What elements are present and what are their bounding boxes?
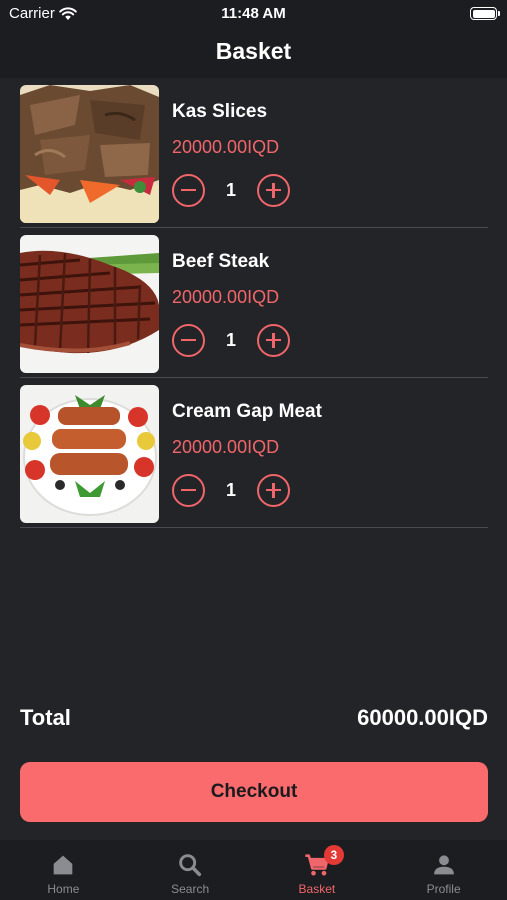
page-title: Basket [215, 38, 292, 64]
kebab-plate-photo [20, 385, 159, 523]
plus-icon[interactable] [257, 173, 290, 207]
plus-icon[interactable] [257, 473, 290, 507]
item-price: 20000.00IQD [172, 137, 280, 157]
checkout-button[interactable]: Checkout [20, 762, 488, 822]
basket-list: Kas Slices 20000.00IQD 1 Beef Steak 2000… [20, 78, 488, 528]
quantity-stepper: 1 [172, 173, 290, 207]
tab-label: Basket [298, 882, 336, 896]
quantity-value: 1 [225, 329, 236, 350]
basket-item[interactable]: Kas Slices 20000.00IQD 1 [20, 78, 488, 228]
person-icon [430, 851, 458, 879]
status-bar: Carrier 11:48 AM [0, 0, 507, 28]
tab-label: Profile [426, 882, 461, 896]
basket-item[interactable]: Cream Gap Meat 20000.00IQD 1 [20, 378, 488, 528]
total-row: Total 60000.00IQD [20, 705, 488, 731]
navigation-bar: Basket [0, 28, 507, 78]
quantity-stepper: 1 [172, 323, 290, 357]
search-icon [176, 851, 204, 879]
tab-search[interactable]: Search [127, 840, 254, 900]
total-label: Total [20, 705, 71, 730]
item-price: 20000.00IQD [172, 287, 280, 307]
item-name: Kas Slices [172, 101, 268, 122]
tab-label: Home [47, 882, 80, 896]
tab-bar: Home Search 3 Basket Profile [0, 840, 507, 900]
basket-item[interactable]: Beef Steak 20000.00IQD 1 [20, 228, 488, 378]
plus-icon[interactable] [257, 323, 290, 357]
tab-home[interactable]: Home [0, 840, 127, 900]
minus-icon[interactable] [172, 473, 205, 507]
steak-photo [20, 235, 159, 373]
minus-icon[interactable] [172, 173, 205, 207]
item-price: 20000.00IQD [172, 437, 280, 457]
clock: 11:48 AM [221, 5, 286, 22]
quantity-stepper: 1 [172, 473, 290, 507]
quantity-value: 1 [225, 179, 236, 200]
minus-icon[interactable] [172, 323, 205, 357]
home-icon [49, 851, 77, 879]
tab-profile[interactable]: Profile [380, 840, 507, 900]
tab-label: Search [171, 882, 210, 896]
item-name: Cream Gap Meat [172, 401, 322, 422]
total-amount: 60000.00IQD [357, 705, 488, 730]
shawarma-photo [20, 85, 159, 223]
quantity-value: 1 [225, 479, 236, 500]
item-name: Beef Steak [172, 251, 270, 272]
tab-basket[interactable]: 3 Basket [254, 840, 381, 900]
battery-icon [470, 7, 500, 20]
cart-badge: 3 [323, 845, 344, 865]
